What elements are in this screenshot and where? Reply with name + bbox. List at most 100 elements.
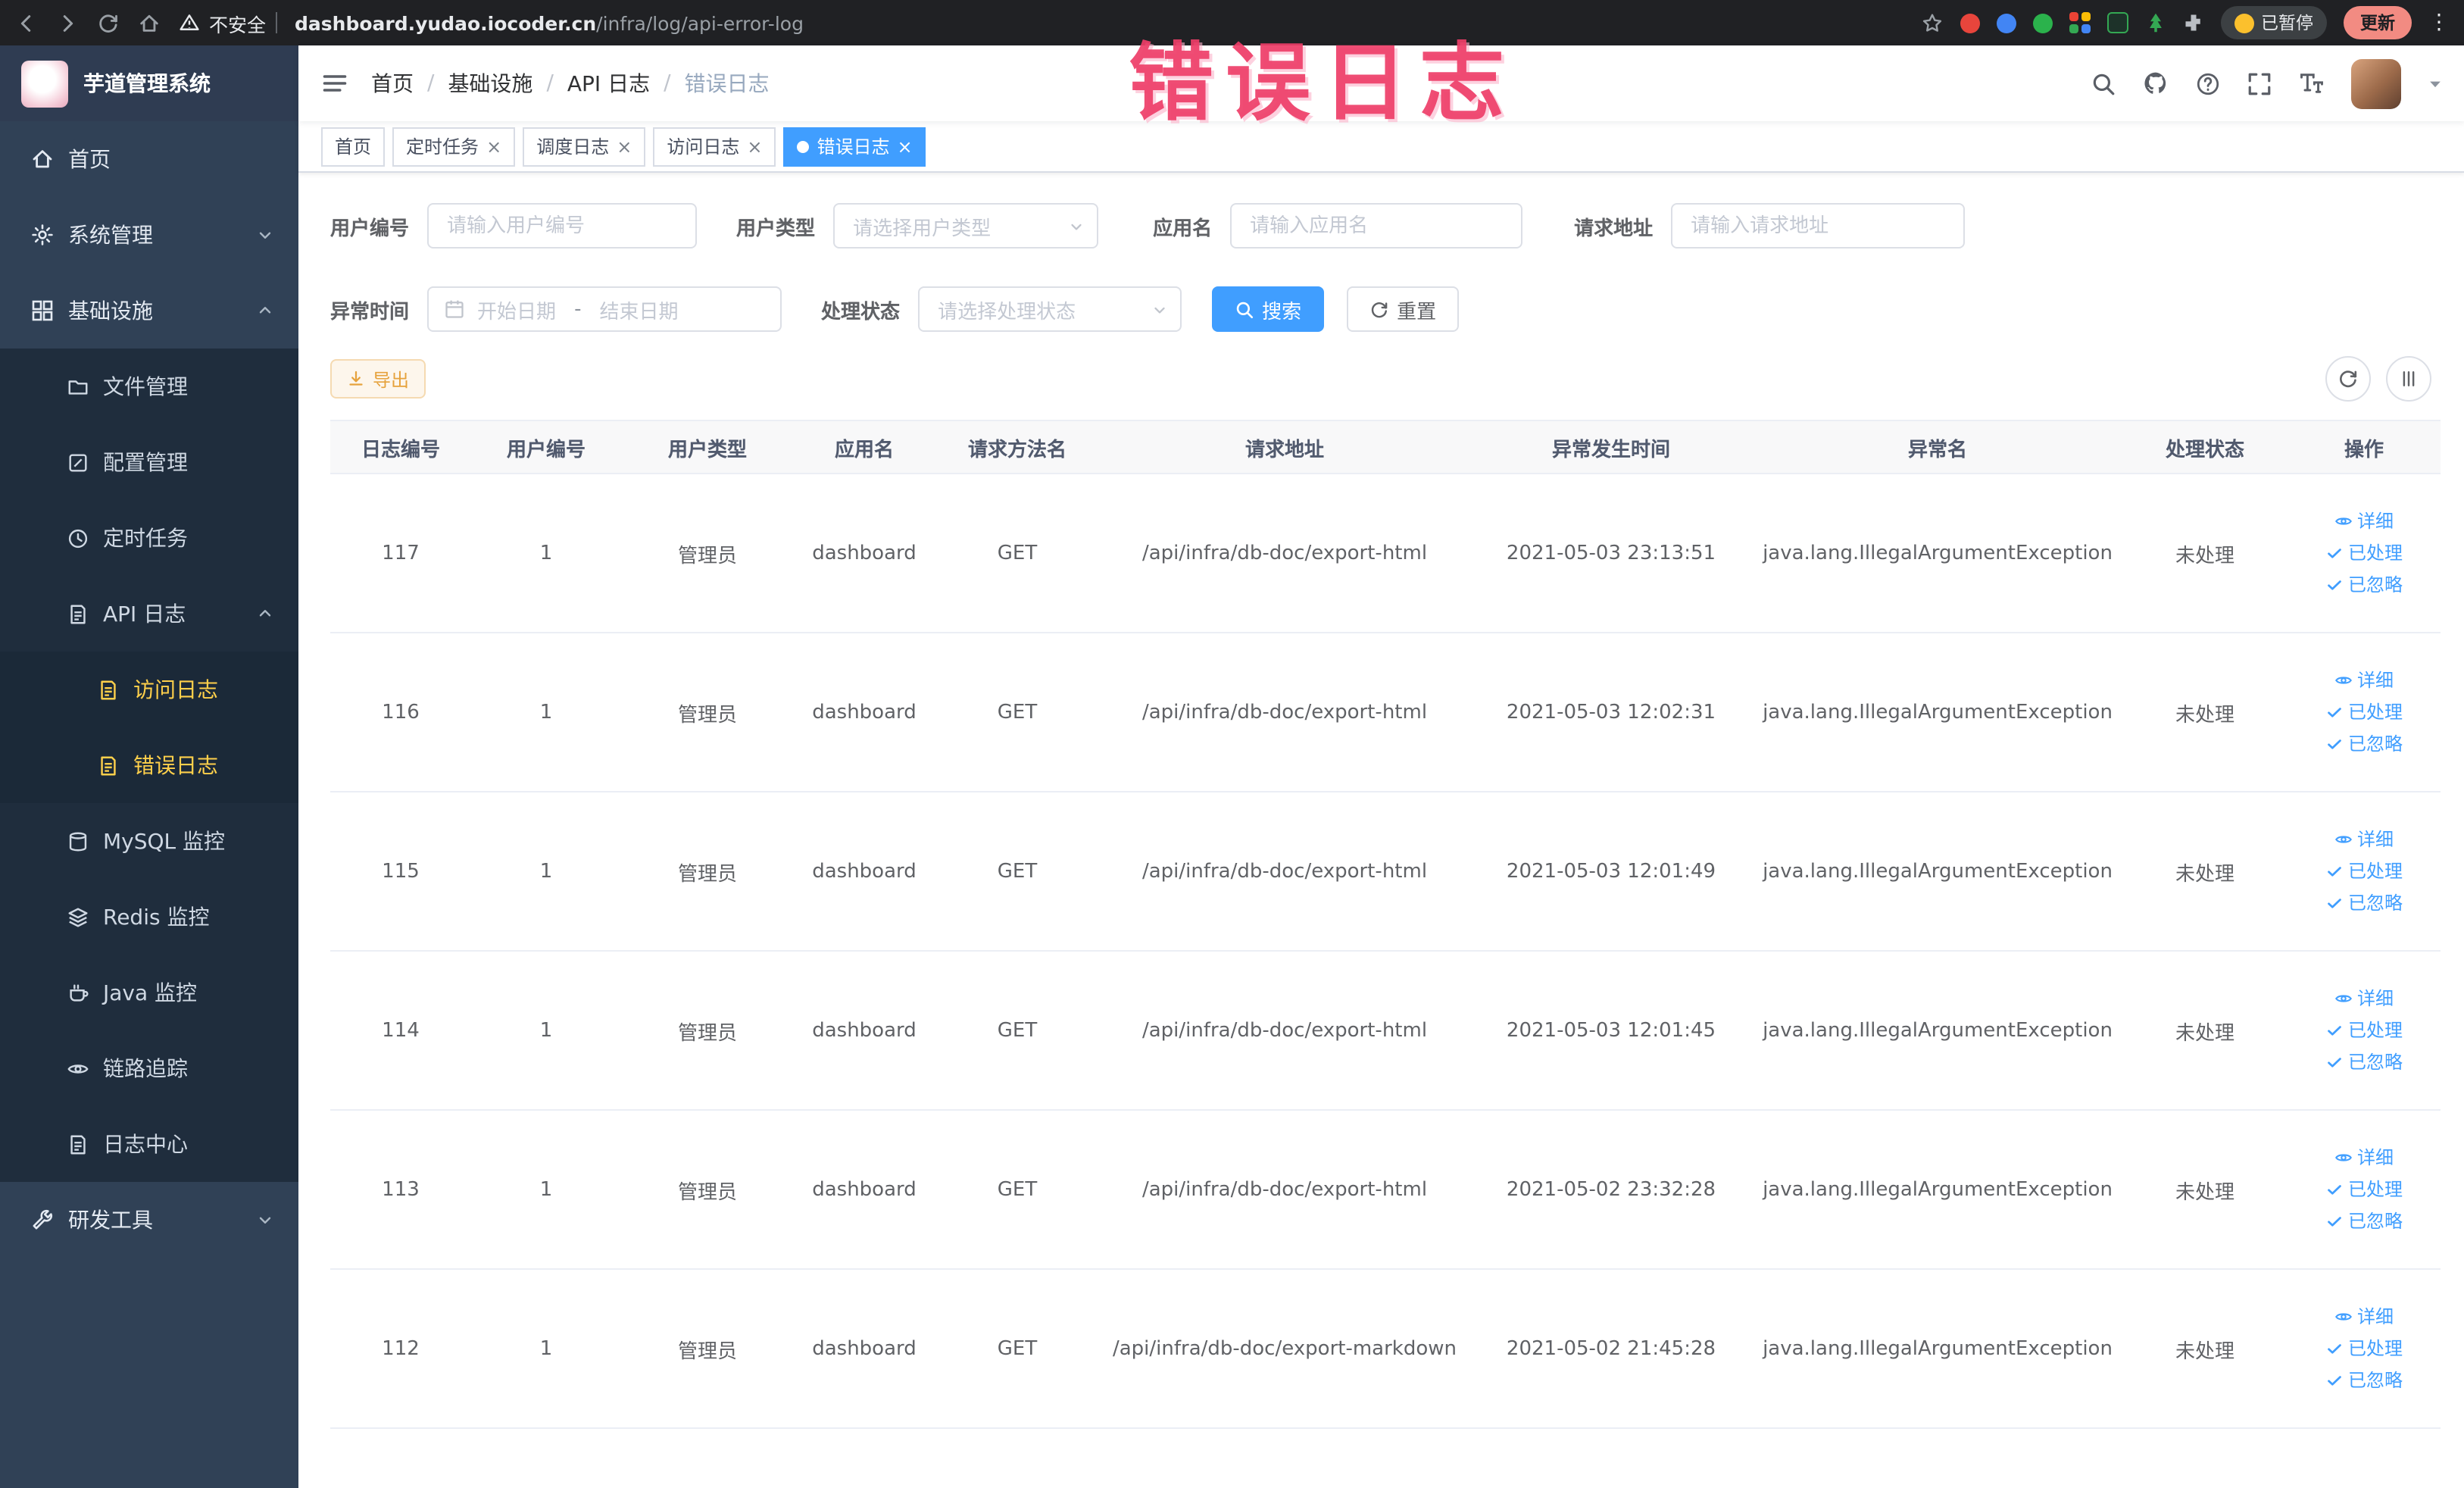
col-status: 处理状态 <box>2122 420 2288 474</box>
ignored-link[interactable]: 已忽略 <box>2325 728 2403 760</box>
process-status-select[interactable]: 请选择处理状态 <box>918 286 1182 332</box>
detail-link[interactable]: 详细 <box>2334 1142 2394 1174</box>
grid-icon <box>30 299 55 323</box>
sidebar-item-dev-tools[interactable]: 研发工具 <box>0 1182 298 1258</box>
sidebar-item-config-management[interactable]: 配置管理 <box>0 424 298 500</box>
search-icon[interactable] <box>2091 70 2116 96</box>
error-log-table: 日志编号 用户编号 用户类型 应用名 请求方法名 请求地址 异常发生时间 异常名… <box>330 420 2441 1429</box>
cell-exception-name: java.lang.IllegalArgumentException <box>1753 951 2122 1111</box>
reset-button[interactable]: 重置 <box>1347 286 1460 332</box>
help-icon[interactable] <box>2195 70 2221 96</box>
tab-schedule-log[interactable]: 调度日志 × <box>523 127 646 166</box>
detail-link[interactable]: 详细 <box>2334 983 2394 1014</box>
breadcrumb-item-home[interactable]: 首页 <box>371 68 414 98</box>
browser-menu-button[interactable]: ⋮ <box>2428 11 2450 35</box>
refresh-circle-button[interactable] <box>2325 356 2371 402</box>
cell-exception-time: 2021-05-03 12:02:31 <box>1469 633 1753 792</box>
extension-icon-green[interactable] <box>2032 13 2052 33</box>
extension-icon-grid[interactable] <box>2069 12 2090 33</box>
tab-access-log[interactable]: 访问日志 × <box>653 127 776 166</box>
request-url-input[interactable] <box>1671 203 1966 249</box>
extension-icon-tree[interactable] <box>2144 12 2166 33</box>
ignored-link[interactable]: 已忽略 <box>2325 1205 2403 1237</box>
active-dot <box>797 140 810 152</box>
tab-error-log[interactable]: 错误日志 × <box>783 127 926 166</box>
font-size-icon[interactable] <box>2298 70 2325 97</box>
eye-icon <box>2334 989 2353 1008</box>
sidebar-item-java-monitor[interactable]: Java 监控 <box>0 955 298 1030</box>
close-icon[interactable]: × <box>747 137 762 155</box>
sidebar-item-error-log[interactable]: 错误日志 <box>0 727 298 803</box>
detail-link[interactable]: 详细 <box>2334 824 2394 855</box>
user-no-input[interactable] <box>427 203 698 249</box>
avatar-caret-icon[interactable] <box>2427 75 2444 92</box>
sidebar-item-infrastructure[interactable]: 基础设施 <box>0 273 298 349</box>
extension-icon-on-badge[interactable] <box>2106 12 2128 33</box>
cell-method: GET <box>935 1110 1100 1270</box>
sidebar-item-file-management[interactable]: 文件管理 <box>0 349 298 424</box>
avatar[interactable] <box>2351 58 2401 108</box>
bookmark-star-icon[interactable] <box>1920 11 1943 34</box>
sidebar-item-scheduled-jobs[interactable]: 定时任务 <box>0 500 298 576</box>
tab-home[interactable]: 首页 <box>321 127 386 166</box>
ignored-link[interactable]: 已忽略 <box>2325 1046 2403 1078</box>
col-log-id: 日志编号 <box>330 420 471 474</box>
tab-scheduled-jobs[interactable]: 定时任务 × <box>392 127 516 166</box>
browser-chrome: 不安全 dashboard.yudao.iocoder.cn/infra/log… <box>0 0 2464 45</box>
security-chip[interactable]: 不安全 <box>179 8 277 37</box>
ignored-link[interactable]: 已忽略 <box>2325 1365 2403 1396</box>
export-button[interactable]: 导出 <box>330 359 426 399</box>
extension-icon-red[interactable] <box>1960 13 1979 33</box>
sidebar-item-api-log[interactable]: API 日志 <box>0 576 298 652</box>
reload-button[interactable] <box>97 11 120 34</box>
detail-link[interactable]: 详细 <box>2334 505 2394 537</box>
process-status-label: 处理状态 <box>821 301 901 324</box>
close-icon[interactable]: × <box>486 137 501 155</box>
back-button[interactable] <box>15 11 38 34</box>
sidebar-item-mysql-monitor[interactable]: MySQL 监控 <box>0 803 298 879</box>
date-range-picker[interactable]: 开始日期 - 结束日期 <box>427 286 782 332</box>
url-host: dashboard.yudao.iocoder.cn <box>295 11 597 34</box>
hamburger-button[interactable] <box>298 70 371 97</box>
cell-user-id: 1 <box>471 474 621 633</box>
processed-link[interactable]: 已处理 <box>2325 696 2403 728</box>
sidebar-item-access-log[interactable]: 访问日志 <box>0 652 298 727</box>
ignored-link[interactable]: 已忽略 <box>2325 569 2403 601</box>
address-url[interactable]: dashboard.yudao.iocoder.cn/infra/log/api… <box>295 11 804 34</box>
paused-badge[interactable]: 已暂停 <box>2220 6 2327 39</box>
close-icon[interactable]: × <box>617 137 632 155</box>
document-icon <box>97 678 120 701</box>
extension-icon-puzzle[interactable] <box>2182 12 2203 33</box>
detail-link[interactable]: 详细 <box>2334 1301 2394 1333</box>
close-icon[interactable]: × <box>898 137 913 155</box>
processed-link[interactable]: 已处理 <box>2325 1174 2403 1205</box>
browser-home-button[interactable] <box>138 11 161 34</box>
user-no-label: 用户编号 <box>330 217 410 240</box>
processed-link[interactable]: 已处理 <box>2325 855 2403 887</box>
app-name-input[interactable] <box>1230 203 1523 249</box>
processed-link[interactable]: 已处理 <box>2325 537 2403 569</box>
sidebar-item-home[interactable]: 首页 <box>0 121 298 197</box>
forward-button[interactable] <box>56 11 79 34</box>
extension-icon-blue[interactable] <box>1996 13 2016 33</box>
sidebar-item-redis-monitor[interactable]: Redis 监控 <box>0 879 298 955</box>
search-button[interactable]: 搜索 <box>1212 286 1325 332</box>
breadcrumb-item-error-log: 错误日志 <box>684 73 770 97</box>
cell-exception-time: 2021-05-02 23:32:28 <box>1469 1110 1753 1270</box>
github-icon[interactable] <box>2142 70 2169 97</box>
sidebar-item-log-center[interactable]: 日志中心 <box>0 1106 298 1182</box>
sidebar-item-system-management[interactable]: 系统管理 <box>0 197 298 273</box>
column-settings-button[interactable] <box>2386 356 2431 402</box>
breadcrumb-item-infrastructure[interactable]: 基础设施 <box>448 68 532 98</box>
exception-time-label: 异常时间 <box>330 301 410 324</box>
user-type-select[interactable]: 请选择用户类型 <box>833 203 1099 249</box>
ignored-link[interactable]: 已忽略 <box>2325 887 2403 919</box>
sidebar-item-trace[interactable]: 链路追踪 <box>0 1030 298 1106</box>
processed-link[interactable]: 已处理 <box>2325 1014 2403 1046</box>
fullscreen-icon[interactable] <box>2247 70 2272 96</box>
processed-link[interactable]: 已处理 <box>2325 1333 2403 1365</box>
cell-exception-name: java.lang.IllegalArgumentException <box>1753 1110 2122 1270</box>
breadcrumb-item-api-log[interactable]: API 日志 <box>567 68 650 98</box>
detail-link[interactable]: 详细 <box>2334 664 2394 696</box>
update-button[interactable]: 更新 <box>2344 6 2412 39</box>
